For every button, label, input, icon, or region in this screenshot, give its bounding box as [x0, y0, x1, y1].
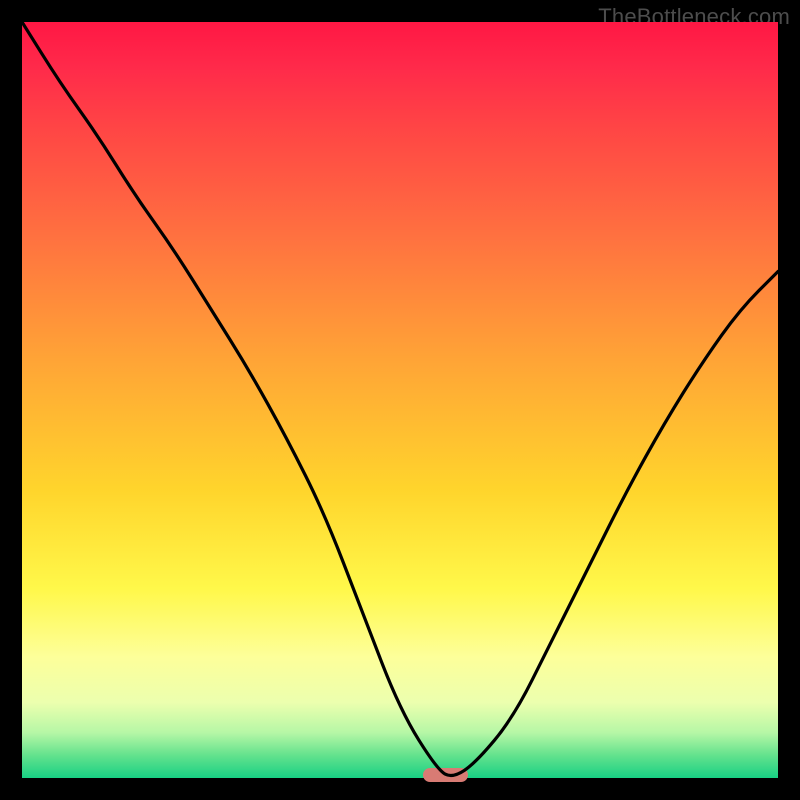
- chart-frame: TheBottleneck.com: [0, 0, 800, 800]
- bottleneck-curve: [22, 22, 778, 778]
- plot-area: [22, 22, 778, 778]
